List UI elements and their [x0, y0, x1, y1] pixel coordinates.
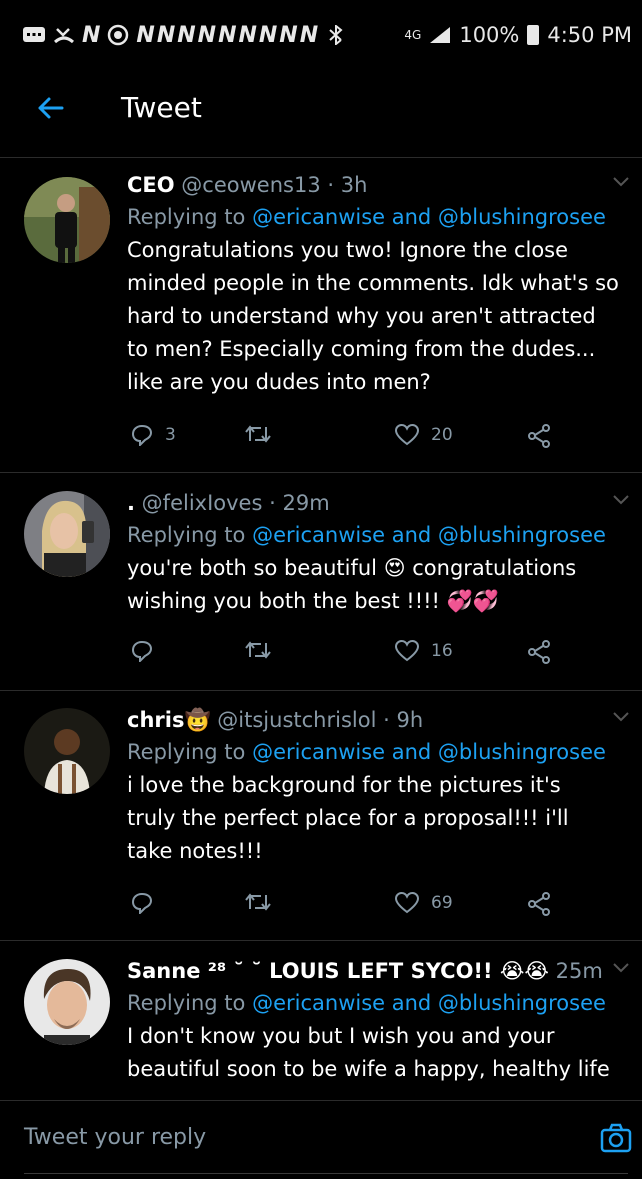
- tweet-text: Congratulations you two! Ignore the clos…: [127, 238, 619, 394]
- heart-icon: [395, 424, 419, 446]
- retweet-button[interactable]: [245, 424, 271, 444]
- reply-composer: Tweet your reply: [0, 1100, 642, 1179]
- mention-link[interactable]: @ericanwise: [252, 523, 385, 547]
- like-count: 20: [431, 425, 453, 445]
- tweet-item[interactable]: Sanne ²⁸ ˘ ˘ LOUIS LEFT SYCO!! 😭😭 25m Re…: [0, 956, 642, 1100]
- like-button[interactable]: 16: [395, 640, 453, 662]
- divider: [0, 690, 642, 691]
- timestamp: 3h: [340, 173, 368, 197]
- retweet-icon: [245, 893, 271, 911]
- tweet-meta: Sanne ²⁸ ˘ ˘ LOUIS LEFT SYCO!! 😭😭 25m: [127, 956, 632, 986]
- chevron-down-icon[interactable]: [612, 494, 630, 506]
- tweet-item[interactable]: . @felixIoves · 29m Replying to @ericanw…: [0, 488, 642, 688]
- app-header: Tweet: [0, 70, 642, 145]
- chevron-down-icon[interactable]: [612, 176, 630, 188]
- mention-link[interactable]: @blushingrosee: [438, 523, 606, 547]
- battery-icon: [527, 25, 540, 45]
- avatar[interactable]: [24, 959, 110, 1045]
- reply-input-underline: [24, 1173, 628, 1174]
- timestamp: 29m: [282, 491, 330, 515]
- divider: [0, 472, 642, 473]
- reply-icon: [131, 892, 153, 914]
- share-icon: [528, 892, 550, 916]
- replying-to: Replying to @ericanwise and @blushingros…: [127, 991, 606, 1015]
- avatar[interactable]: [24, 177, 110, 263]
- reply-icon: [131, 640, 153, 662]
- notification-n-icons: NNNNNNNNN: [136, 22, 321, 48]
- divider: [0, 157, 642, 158]
- like-button[interactable]: 20: [395, 424, 453, 446]
- replying-to: Replying to @ericanwise and @blushingros…: [127, 523, 606, 547]
- share-button[interactable]: [527, 892, 551, 916]
- tweet-item[interactable]: CEO @ceowens13 · 3h Replying to @ericanw…: [0, 170, 642, 470]
- timestamp: 9h: [396, 708, 424, 732]
- handle[interactable]: @ceowens13: [181, 173, 320, 197]
- chevron-down-icon[interactable]: [612, 711, 630, 723]
- display-name[interactable]: CEO: [127, 173, 175, 197]
- share-icon: [528, 640, 550, 664]
- reply-icon: [131, 424, 153, 446]
- tweet-item[interactable]: chris🤠 @itsjustchrislol · 9h Replying to…: [0, 705, 642, 935]
- timestamp: 25m: [555, 959, 603, 983]
- camera-icon[interactable]: [600, 1123, 632, 1153]
- clock: 4:50 PM: [547, 23, 632, 47]
- back-arrow-icon[interactable]: [36, 93, 66, 123]
- missed-call-icon: [54, 28, 74, 44]
- reply-count: 3: [165, 425, 176, 445]
- share-button[interactable]: [527, 640, 551, 664]
- retweet-icon: [245, 425, 271, 443]
- avatar[interactable]: [24, 708, 110, 794]
- status-bar-right: 4G 100% 4:50 PM: [404, 23, 632, 47]
- tweet-meta: . @felixIoves · 29m: [127, 491, 330, 515]
- chevron-down-icon[interactable]: [612, 962, 630, 974]
- reply-button[interactable]: 3: [131, 424, 176, 446]
- display-name[interactable]: chris🤠: [127, 708, 211, 732]
- share-icon: [528, 424, 550, 448]
- location-icon: [108, 24, 129, 46]
- bluetooth-off-icon: [329, 25, 343, 45]
- retweet-icon: [245, 641, 271, 659]
- status-bar: N NNNNNNNNN 4G 100% 4:50 PM: [0, 0, 642, 70]
- reply-button[interactable]: [131, 640, 153, 662]
- message-icon: [23, 27, 45, 42]
- like-count: 69: [431, 893, 453, 913]
- reply-button[interactable]: [131, 892, 153, 914]
- tweet-meta: CEO @ceowens13 · 3h: [127, 173, 368, 197]
- mention-link[interactable]: @blushingrosee: [438, 205, 606, 229]
- mention-link[interactable]: @ericanwise: [252, 740, 385, 764]
- battery-percent: 100%: [459, 23, 520, 47]
- signal-icon: [430, 27, 451, 43]
- heart-icon: [395, 640, 419, 662]
- tweet-text: I don't know you but I wish you and your…: [127, 1024, 610, 1081]
- reply-input[interactable]: Tweet your reply: [24, 1125, 206, 1150]
- mention-link[interactable]: @ericanwise: [252, 205, 385, 229]
- mention-link[interactable]: @blushingrosee: [438, 740, 606, 764]
- handle[interactable]: @felixIoves: [142, 491, 263, 515]
- tweet-meta: chris🤠 @itsjustchrislol · 9h: [127, 708, 424, 732]
- tweet-text: you're both so beautiful 😍 congratulatio…: [127, 556, 577, 613]
- tweet-text: i love the background for the pictures i…: [127, 773, 569, 863]
- like-count: 16: [431, 641, 453, 661]
- display-name[interactable]: Sanne ²⁸ ˘ ˘ LOUIS LEFT SYCO!! 😭😭: [127, 959, 549, 983]
- network-type: 4G: [404, 27, 422, 42]
- replying-to: Replying to @ericanwise and @blushingros…: [127, 740, 606, 764]
- handle[interactable]: @itsjustchrislol: [217, 708, 376, 732]
- retweet-button[interactable]: [245, 892, 271, 912]
- mention-link[interactable]: @blushingrosee: [438, 991, 606, 1015]
- like-button[interactable]: 69: [395, 892, 453, 914]
- share-button[interactable]: [527, 424, 551, 448]
- display-name[interactable]: .: [127, 491, 135, 515]
- avatar[interactable]: [24, 491, 110, 577]
- heart-icon: [395, 892, 419, 914]
- status-bar-left-icons: N NNNNNNNNN: [22, 23, 347, 48]
- notification-n-icon: N: [82, 22, 101, 48]
- replying-to: Replying to @ericanwise and @blushingros…: [127, 205, 606, 229]
- page-title: Tweet: [121, 91, 202, 124]
- divider: [0, 940, 642, 941]
- retweet-button[interactable]: [245, 640, 271, 660]
- mention-link[interactable]: @ericanwise: [252, 991, 385, 1015]
